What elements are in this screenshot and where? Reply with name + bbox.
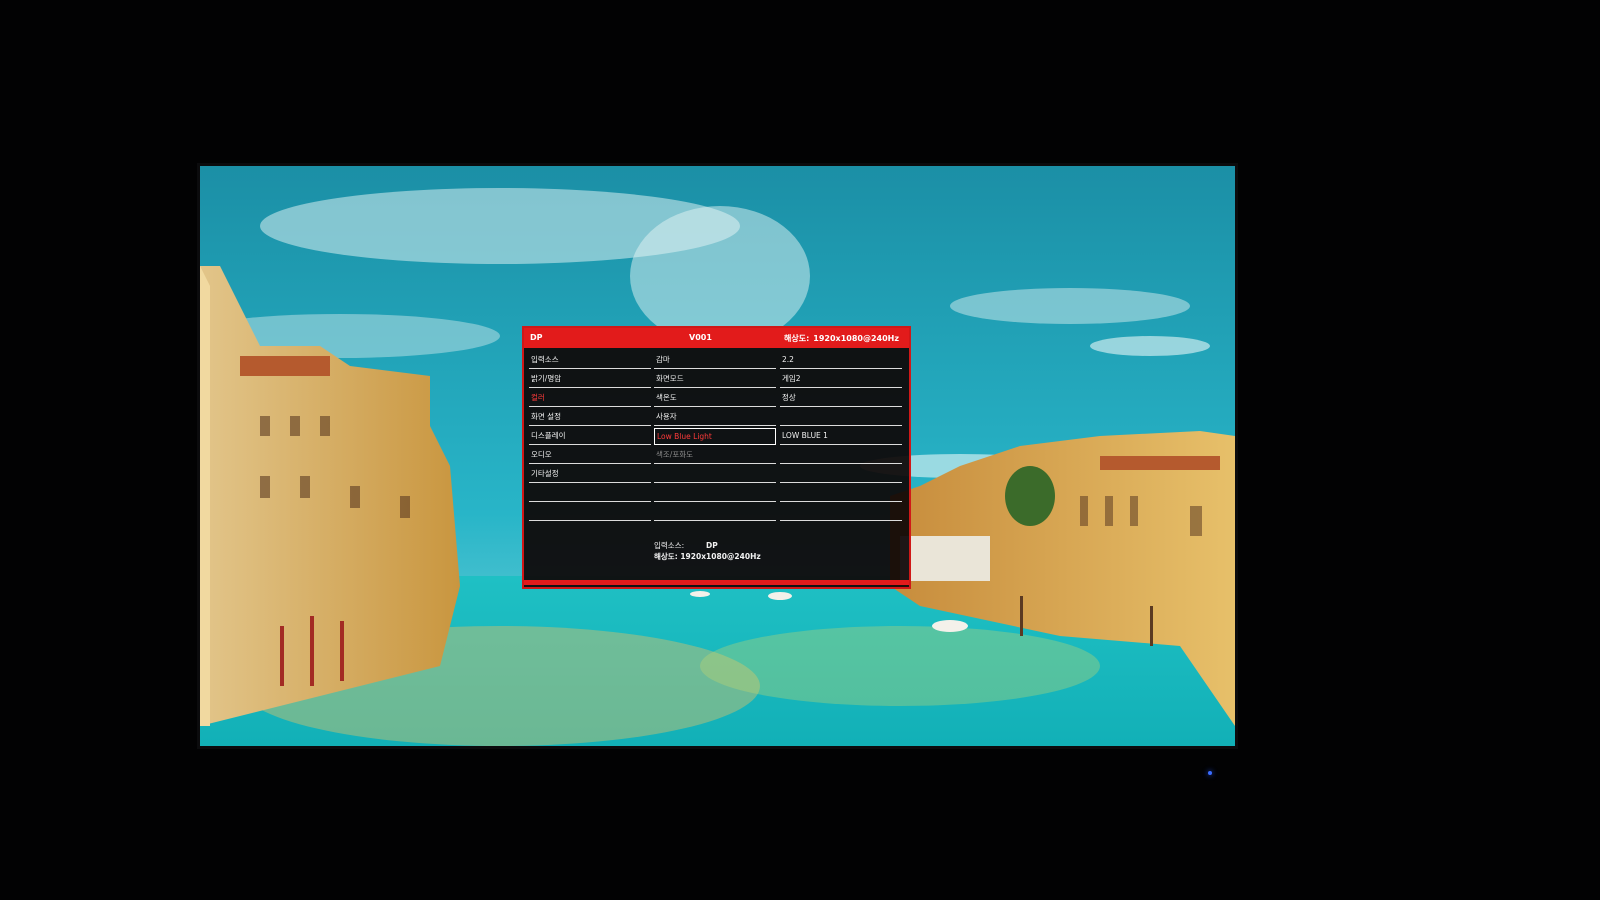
submenu-item-user[interactable]: 사용자 [654, 409, 776, 426]
osd-header: DP V001 해상도: 1920x1080@240Hz [524, 328, 909, 348]
footer-input-value: DP [706, 541, 718, 550]
value-low-blue-light: LOW BLUE 1 [780, 428, 902, 445]
menu-item-display[interactable]: 디스플레이 [529, 428, 651, 445]
menu-item-input-source[interactable]: 입력소스 [529, 352, 651, 369]
value-empty [780, 466, 902, 483]
header-model-name: V001 [689, 333, 712, 342]
footer-resolution-value: 1920x1080@240Hz [680, 552, 761, 561]
header-resolution-label: 해상도: [784, 334, 810, 343]
value-empty [780, 504, 902, 521]
osd-values: 2.2 게임2 정상 LOW BLUE 1 [780, 352, 902, 523]
osd-submenu: 감마 화면모드 색온도 사용자 Low Blue Light 색조/포화도 [654, 352, 776, 523]
osd-menu-panel: DP V001 해상도: 1920x1080@240Hz 입력소스 밝기/명암 컬… [522, 326, 911, 589]
header-resolution: 해상도: 1920x1080@240Hz [784, 333, 899, 344]
footer-input-label: 입력소스: [654, 541, 685, 550]
menu-item-color[interactable]: 컬러 [529, 390, 651, 407]
value-user [780, 409, 902, 426]
osd-bottom-bar [524, 580, 909, 585]
menu-item-audio[interactable]: 오디오 [529, 447, 651, 464]
menu-item-other-settings[interactable]: 기타설정 [529, 466, 651, 483]
osd-main-menu: 입력소스 밝기/명암 컬러 화면 설정 디스플레이 오디오 기타설정 [529, 352, 651, 523]
submenu-item-low-blue-light[interactable]: Low Blue Light [654, 428, 776, 445]
footer-resolution-label: 해상도: [654, 552, 678, 561]
menu-item-empty [529, 504, 651, 521]
submenu-item-empty [654, 485, 776, 502]
value-empty [780, 485, 902, 502]
value-empty [780, 447, 902, 464]
submenu-item-color-temperature[interactable]: 색온도 [654, 390, 776, 407]
menu-item-screen-settings[interactable]: 화면 설정 [529, 409, 651, 426]
submenu-item-empty [654, 466, 776, 483]
monitor-screen: DP V001 해상도: 1920x1080@240Hz 입력소스 밝기/명암 컬… [200, 166, 1235, 746]
value-color-temperature: 정상 [780, 390, 902, 407]
header-resolution-value: 1920x1080@240Hz [813, 334, 900, 343]
submenu-item-hue-saturation: 색조/포화도 [654, 447, 776, 464]
header-input-source: DP [530, 333, 543, 342]
menu-item-empty [529, 485, 651, 502]
submenu-item-empty [654, 504, 776, 521]
value-picture-mode: 게임2 [780, 371, 902, 388]
menu-item-brightness-contrast[interactable]: 밝기/명암 [529, 371, 651, 388]
submenu-item-gamma[interactable]: 감마 [654, 352, 776, 369]
submenu-item-picture-mode[interactable]: 화면모드 [654, 371, 776, 388]
power-led-icon [1208, 771, 1212, 775]
value-gamma: 2.2 [780, 352, 902, 369]
osd-info-footer: 입력소스: DP 해상도: 1920x1080@240Hz [654, 540, 761, 562]
